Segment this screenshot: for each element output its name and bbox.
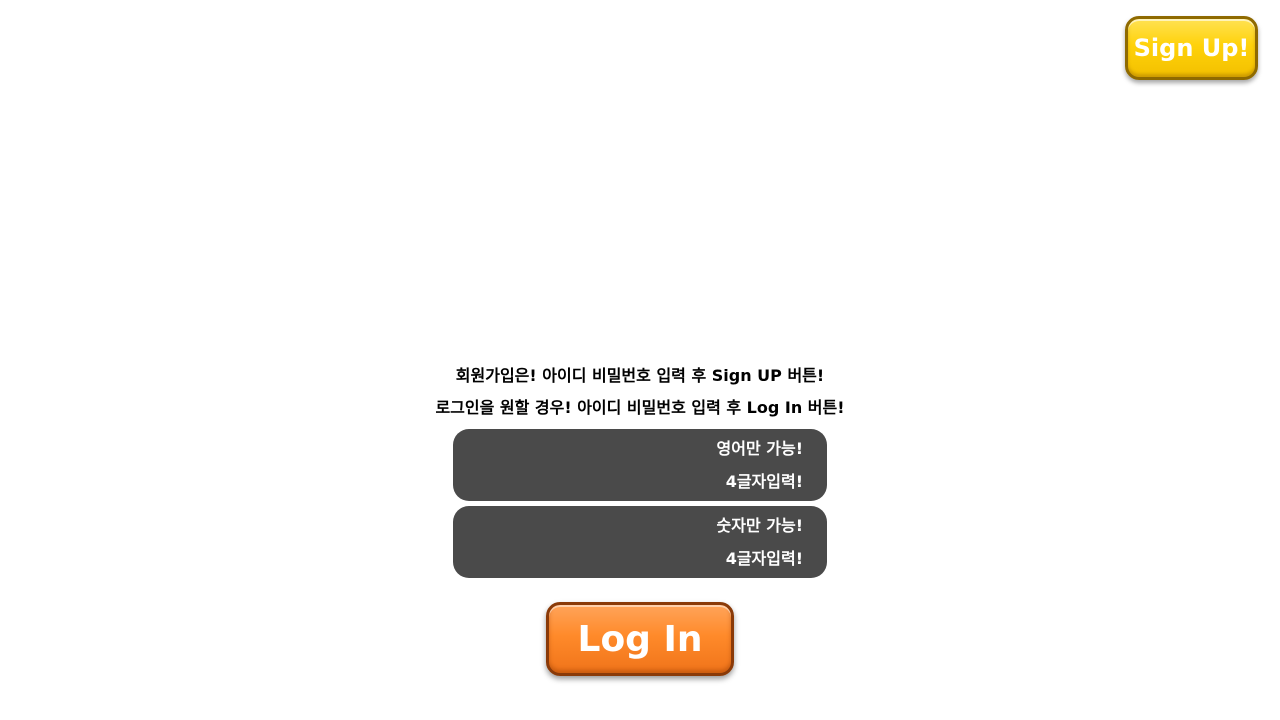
password-hint-numbers-only: 숫자만 가능! — [716, 516, 803, 535]
id-hint-length: 4글자입력! — [725, 472, 803, 491]
instruction-login: 로그인을 원할 경우! 아이디 비밀번호 입력 후 Log In 버튼! — [435, 398, 845, 417]
instructions: 회원가입은! 아이디 비밀번호 입력 후 Sign UP 버튼! 로그인을 원할… — [0, 360, 1280, 424]
id-field[interactable]: 영어만 가능! 4글자입력! — [453, 429, 827, 501]
instruction-signup: 회원가입은! 아이디 비밀번호 입력 후 Sign UP 버튼! — [455, 366, 825, 385]
password-field[interactable]: 숫자만 가능! 4글자입력! — [453, 506, 827, 578]
password-hint-length: 4글자입력! — [725, 549, 803, 568]
login-screen: Sign Up! 회원가입은! 아이디 비밀번호 입력 후 Sign UP 버튼… — [0, 0, 1280, 720]
sign-up-button[interactable]: Sign Up! — [1125, 16, 1258, 80]
id-input[interactable] — [467, 445, 701, 487]
id-hint-english-only: 영어만 가능! — [716, 439, 803, 458]
log-in-button[interactable]: Log In — [546, 602, 734, 676]
password-input[interactable] — [467, 522, 701, 564]
